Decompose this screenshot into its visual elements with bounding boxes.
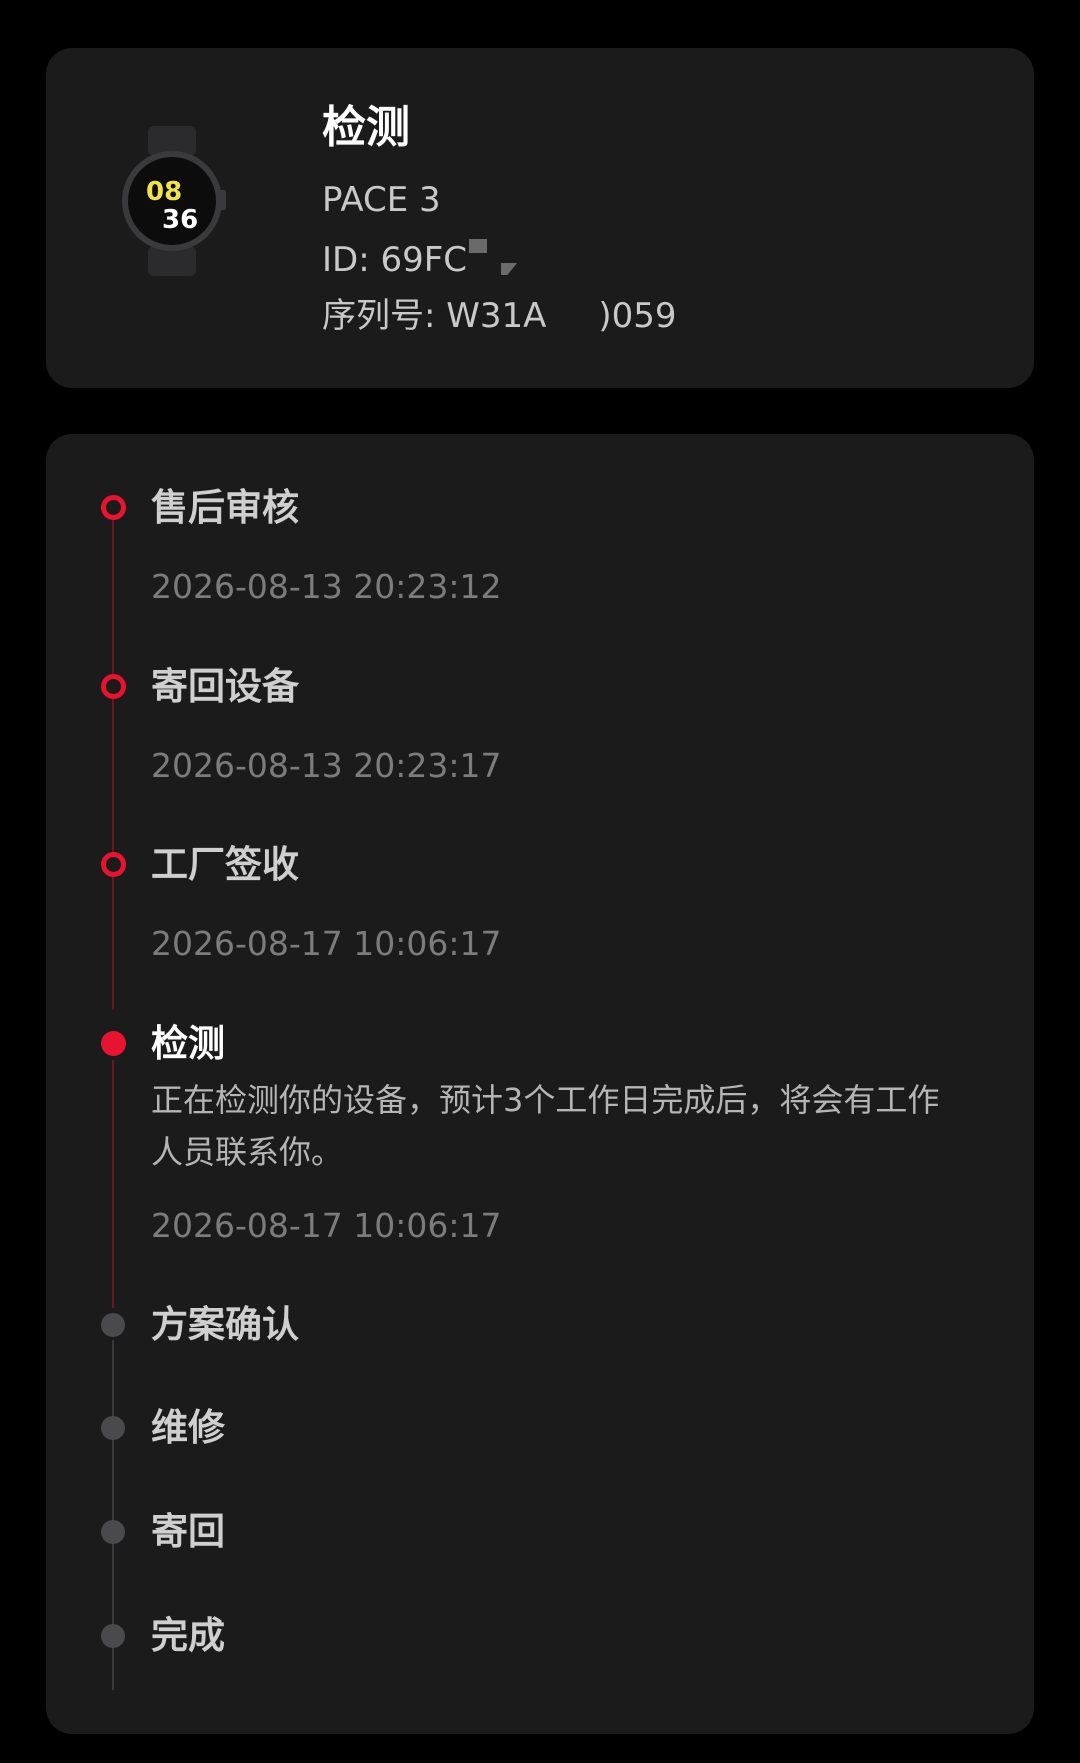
step-pending-icon [101,1313,125,1337]
step-time: 2026-08-17 10:06:17 [151,1206,502,1245]
step-pending-icon [101,1520,125,1544]
redaction-mark [501,263,518,275]
watch-minute: 36 [162,205,198,235]
step-done-icon [101,495,126,520]
device-id-text: ID: 69FC [322,240,468,280]
watch-image: 08 36 [122,126,226,276]
redaction-mark [469,239,488,253]
step-title: 寄回设备 [151,665,299,708]
step-title: 寄回 [151,1510,225,1553]
timeline-track-current [112,1060,114,1308]
step-title: 方案确认 [151,1303,299,1346]
step-title: 维修 [151,1406,225,1449]
step-time: 2026-08-13 20:23:17 [151,746,502,785]
step-title: 售后审核 [151,486,299,529]
device-status-title: 检测 [322,102,410,153]
device-model: PACE 3 [322,180,441,220]
step-time: 2026-08-13 20:23:12 [151,567,502,606]
serial-prefix: 序列号: W31A [322,296,547,336]
step-title: 工厂签收 [151,843,299,886]
timeline-track-done [112,520,114,1010]
step-title: 完成 [151,1614,225,1657]
step-time: 2026-08-17 10:06:17 [151,924,502,963]
watch-hour: 08 [146,177,182,207]
step-done-icon [101,852,126,877]
step-pending-icon [101,1624,125,1648]
step-title-current: 检测 [151,1022,225,1065]
step-current-icon [101,1031,126,1056]
step-description: 正在检测你的设备，预计3个工作日完成后，将会有工作人员联系你。 [151,1081,940,1171]
step-done-icon [101,674,126,699]
step-pending-icon [101,1416,125,1440]
device-id: ID: 69FC [322,238,518,282]
serial-suffix: )059 [598,296,677,336]
device-serial: 序列号: W31A )059 [322,294,677,338]
